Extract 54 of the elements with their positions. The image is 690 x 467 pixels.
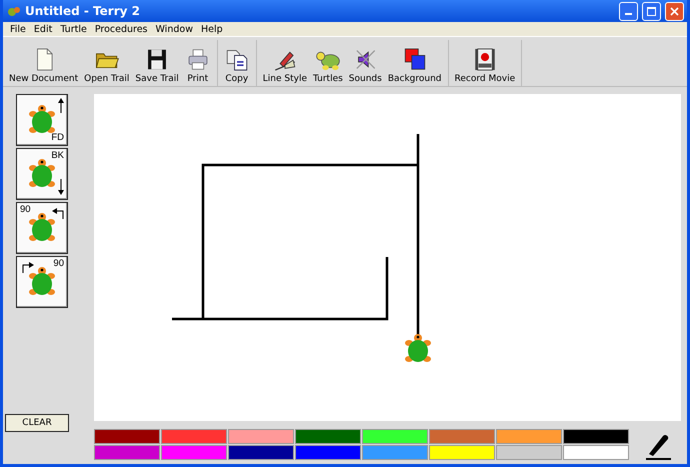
color-swatch[interactable]	[429, 429, 495, 444]
toolbar-button[interactable]: New Document	[7, 40, 80, 86]
clear-button[interactable]: CLEAR	[5, 414, 69, 432]
down-arrow-icon	[58, 178, 64, 195]
color-swatch[interactable]	[563, 445, 629, 460]
turn-left-arrow-icon	[52, 208, 64, 220]
color-swatch[interactable]	[496, 429, 562, 444]
toolbar-button[interactable]: Sounds	[346, 40, 384, 86]
minimize-icon	[625, 13, 632, 15]
toolbar-button[interactable]: Save Trail	[133, 40, 181, 86]
menu-item[interactable]: Edit	[30, 24, 56, 34]
turn-right-arrow-icon	[22, 262, 34, 274]
turtle-command-button[interactable]: FD	[16, 94, 68, 146]
toolbar-button[interactable]: Record Movie	[452, 40, 518, 86]
menu-item[interactable]: Help	[198, 24, 226, 34]
menu-item[interactable]: Procedures	[92, 24, 150, 34]
maximize-button[interactable]	[642, 2, 661, 20]
turtle-command-button[interactable]: 90	[16, 256, 68, 308]
toolbar-button[interactable]: Line Style	[260, 40, 309, 86]
color-swatch[interactable]	[94, 429, 160, 444]
menu-item[interactable]: Window	[152, 24, 196, 34]
color-swatch[interactable]	[161, 429, 227, 444]
color-swatch[interactable]	[563, 429, 629, 444]
color-swatch[interactable]	[429, 445, 495, 460]
turtle-icon	[29, 105, 55, 133]
close-button[interactable]	[665, 2, 684, 20]
close-icon	[670, 6, 679, 16]
up-arrow-icon	[58, 98, 64, 114]
color-swatch[interactable]	[228, 445, 294, 460]
color-swatch[interactable]	[362, 429, 428, 444]
turtle-command-button[interactable]: 90	[16, 202, 68, 254]
maximize-icon	[647, 6, 656, 16]
color-swatch[interactable]	[228, 429, 294, 444]
color-swatch[interactable]	[362, 445, 428, 460]
turtle-icon	[29, 159, 55, 187]
color-swatch[interactable]	[295, 429, 361, 444]
window-title: Untitled - Terry 2	[25, 4, 141, 18]
color-swatch[interactable]	[94, 445, 160, 460]
toolbar-button[interactable]: Background	[386, 40, 444, 86]
menu-item[interactable]: Turtle	[57, 24, 90, 34]
turtle-command-button[interactable]: BK	[16, 148, 68, 200]
app-icon	[7, 4, 21, 18]
minimize-button[interactable]	[619, 2, 638, 20]
menu-item[interactable]: File	[7, 24, 29, 34]
toolbar-button[interactable]: Turtles	[311, 40, 345, 86]
turtle-icon	[29, 267, 55, 295]
turtle-icon	[405, 334, 431, 362]
color-swatch[interactable]	[295, 445, 361, 460]
toolbar-button[interactable]: Open Trail	[82, 40, 132, 86]
color-swatch[interactable]	[161, 445, 227, 460]
toolbar-button[interactable]: Copy	[222, 40, 252, 86]
color-swatch[interactable]	[496, 445, 562, 460]
toolbar-button[interactable]: Print	[182, 40, 213, 86]
turtle-icon	[29, 213, 55, 241]
